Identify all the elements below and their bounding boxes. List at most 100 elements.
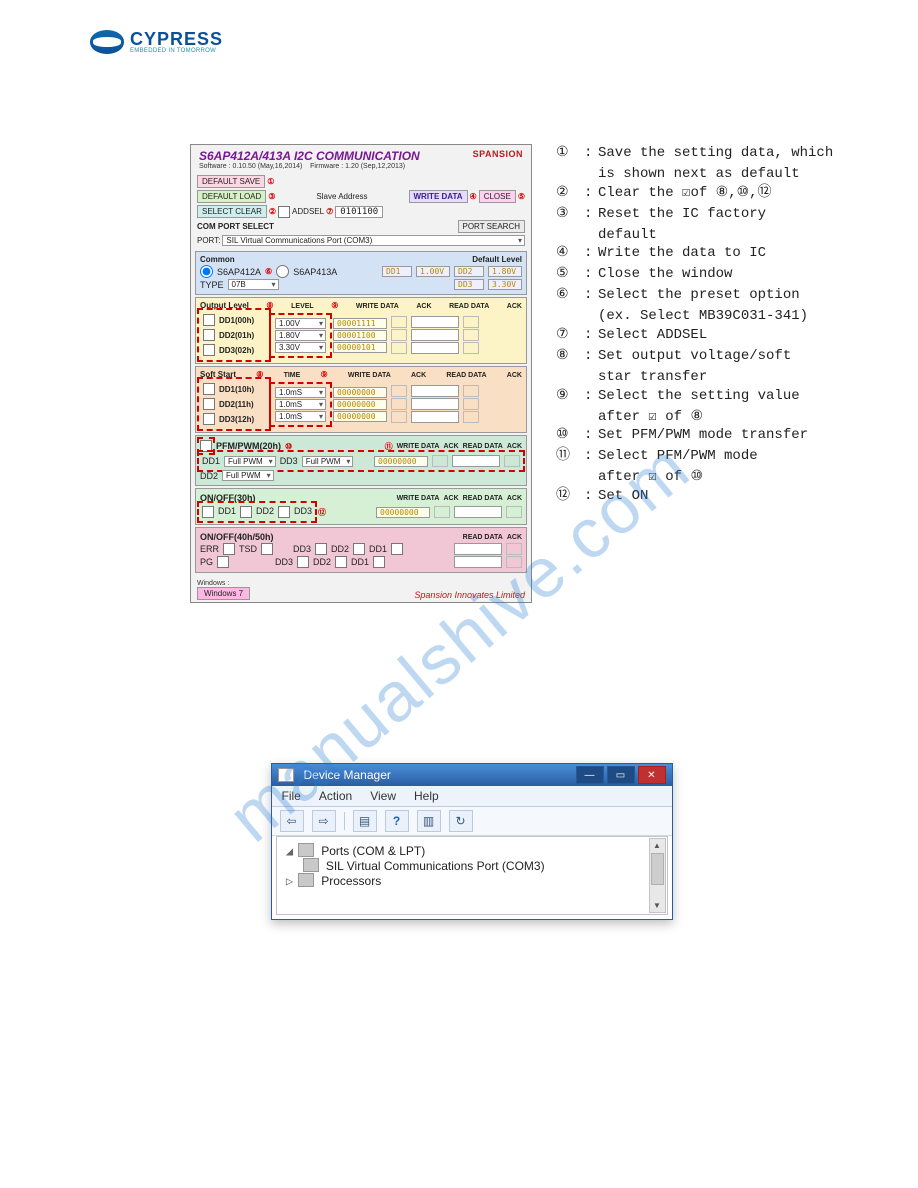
tree-expand-ports[interactable]: ◢: [285, 844, 295, 858]
toolbar-icon-1[interactable]: ▤: [353, 810, 377, 832]
cypress-brand-name: CYPRESS: [130, 30, 223, 48]
on-dd3-check[interactable]: [278, 506, 290, 518]
menu-file[interactable]: File: [282, 789, 301, 803]
default-level-label: Default Level: [472, 255, 522, 264]
legend-continuation: after ☑ of ⑩: [598, 468, 853, 487]
pfm-dd1-sel[interactable]: Full PWM: [224, 456, 276, 467]
addsel-checkbox[interactable]: [278, 206, 290, 218]
legend-continuation: (ex. Select MB39C031-341): [598, 307, 853, 326]
cypress-logo: CYPRESS EMBEDDED IN TOMORROW: [90, 30, 853, 54]
ss-dd3-wd: 00000000: [333, 411, 387, 422]
legend-list: ①:Save the setting data, whichis shown n…: [556, 144, 853, 603]
legend-continuation: star transfer: [598, 368, 853, 387]
ss-dd1-check[interactable]: [203, 383, 215, 395]
legend-text: Set ON: [598, 487, 853, 506]
ss-dd3-label: DD3(12h): [219, 415, 265, 424]
menu-view[interactable]: View: [370, 789, 396, 803]
select-clear-button[interactable]: SELECT CLEAR: [197, 205, 267, 218]
pfm-dd2-sel[interactable]: Full PWM: [222, 470, 274, 481]
ss-dd3-sel[interactable]: 1.0mS: [275, 411, 326, 422]
on-dd1-check[interactable]: [202, 506, 214, 518]
rd-col-on: READ DATA: [463, 495, 503, 502]
legend-item: ⑦:Select ADDSEL: [556, 326, 853, 345]
scroll-down-arrow[interactable]: ▼: [650, 899, 665, 912]
legend-text: Reset the IC factory: [598, 205, 853, 224]
back-button[interactable]: ⇦: [280, 810, 304, 832]
device-manager-title: Device Manager: [304, 768, 391, 782]
soft-start-header: Soft Start: [200, 370, 236, 379]
scroll-up-arrow[interactable]: ▲: [650, 839, 665, 852]
ol-dd1-sel[interactable]: 1.00V: [275, 318, 326, 329]
legend-item: ⑩:Set PFM/PWM mode transfer: [556, 426, 853, 445]
ss-dd3-check[interactable]: [203, 413, 215, 425]
slave-address-label: Slave Address: [316, 192, 367, 201]
callout-6: ⑥: [265, 267, 272, 276]
ol-dd2-label: DD2(01h): [219, 331, 265, 340]
pfm-header: PFM/PWM(20h): [216, 441, 281, 451]
port-select[interactable]: SIL Virtual Communications Port (COM3): [222, 235, 525, 246]
legend-separator: :: [584, 426, 598, 445]
ss-dd1-sel[interactable]: 1.0mS: [275, 387, 326, 398]
ss-dd2-check[interactable]: [203, 398, 215, 410]
close-button[interactable]: CLOSE: [479, 190, 516, 203]
callout-8-ol: ⑧: [266, 301, 273, 310]
device-manager-window: Device Manager — ▭ ✕ FileActionViewHelp …: [271, 763, 673, 920]
port-search-button[interactable]: PORT SEARCH: [458, 220, 526, 233]
legend-number: ②: [556, 184, 584, 203]
ack-col-ol: ACK: [416, 303, 431, 310]
chip-a-radio[interactable]: [200, 265, 213, 278]
ol-dd2-wd: 00001100: [333, 330, 387, 341]
window-close-button[interactable]: ✕: [638, 766, 666, 784]
addsel-value[interactable]: 0101100: [335, 206, 383, 218]
ss-dd2-sel[interactable]: 1.0mS: [275, 399, 326, 410]
pfm-check[interactable]: [200, 440, 212, 452]
callout-5: ⑤: [518, 192, 525, 201]
type-select[interactable]: 07B: [228, 279, 279, 290]
com-port-node[interactable]: SIL Virtual Communications Port (COM3): [326, 859, 545, 873]
minimize-button[interactable]: —: [576, 766, 604, 784]
wd-col-pfm: WRITE DATA: [397, 443, 440, 450]
legend-text: Select the preset option: [598, 286, 853, 305]
help-icon[interactable]: ?: [385, 810, 409, 832]
com-port-select-label: COM PORT SELECT: [197, 222, 274, 231]
legend-number: ⑨: [556, 387, 584, 406]
pfm-dd3-label: DD3: [280, 456, 298, 466]
footer-tagline: Spansion Innovates Limited: [414, 590, 525, 600]
legend-text: Select PFM/PWM mode: [598, 447, 853, 466]
on-dd3: DD3: [294, 506, 312, 518]
ol-dd2-sel[interactable]: 1.80V: [275, 330, 326, 341]
default-load-button[interactable]: DEFAULT LOAD: [197, 190, 266, 203]
scroll-thumb[interactable]: [651, 853, 664, 885]
menu-help[interactable]: Help: [414, 789, 439, 803]
ol-dd2-check[interactable]: [203, 329, 215, 341]
ol-dd3-check[interactable]: [203, 344, 215, 356]
callout-8-ss: ⑧: [256, 370, 263, 379]
ol-dd3-sel[interactable]: 3.30V: [275, 342, 326, 353]
def-dd2: DD2: [454, 266, 484, 277]
maximize-button[interactable]: ▭: [607, 766, 635, 784]
callout-1: ①: [267, 177, 274, 186]
port-label: PORT:: [197, 236, 220, 245]
ports-icon: [298, 843, 314, 857]
legend-item: ②:Clear the ☑of ⑧,⑩,⑫: [556, 184, 853, 203]
ro-err: ERR: [200, 544, 219, 554]
legend-number: ④: [556, 244, 584, 263]
menu-action[interactable]: Action: [319, 789, 352, 803]
spansion-logo-text: SPANSION: [473, 149, 523, 159]
pfm-dd3-sel[interactable]: Full PWM: [302, 456, 354, 467]
ss-dd1-label: DD1(10h): [219, 385, 265, 394]
forward-button[interactable]: ⇨: [312, 810, 336, 832]
scrollbar[interactable]: ▲ ▼: [649, 838, 666, 913]
legend-separator: :: [584, 244, 598, 263]
processors-node[interactable]: Processors: [321, 874, 381, 888]
toolbar-icon-2[interactable]: ▥: [417, 810, 441, 832]
write-data-button[interactable]: WRITE DATA: [409, 190, 468, 203]
i2c-communication-window: SPANSION S6AP412A/413A I2C COMMUNICATION…: [190, 144, 532, 603]
default-save-button[interactable]: DEFAULT SAVE: [197, 175, 265, 188]
tree-expand-processors[interactable]: ▷: [285, 874, 295, 888]
ol-dd1-check[interactable]: [203, 314, 215, 326]
refresh-icon[interactable]: ↻: [449, 810, 473, 832]
ports-node[interactable]: Ports (COM & LPT): [321, 844, 425, 858]
on-dd2-check[interactable]: [240, 506, 252, 518]
chip-b-radio[interactable]: [276, 265, 289, 278]
